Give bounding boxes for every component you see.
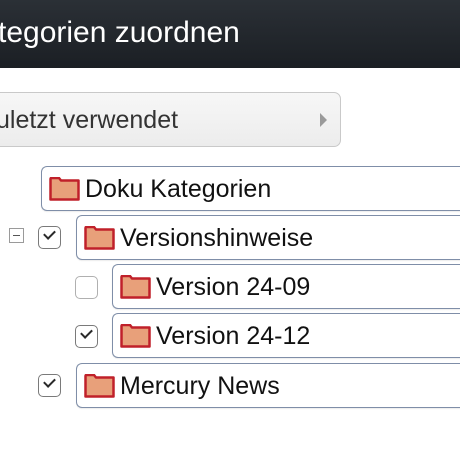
- checkbox-version-24-09[interactable]: [75, 276, 98, 299]
- tree-node-version-24-09[interactable]: Version 24-09: [112, 264, 460, 309]
- recently-used-button[interactable]: uletzt verwendet: [0, 92, 341, 147]
- recently-used-label: uletzt verwendet: [0, 106, 179, 134]
- dialog-title: tegorien zuordnen: [0, 16, 240, 49]
- folder-icon: [120, 275, 151, 299]
- tree-node-doku-kategorien[interactable]: Doku Kategorien: [41, 166, 460, 211]
- tree-node-version-24-12[interactable]: Version 24-12: [112, 313, 460, 358]
- folder-icon: [49, 177, 80, 201]
- tree-node-label: Mercury News: [120, 372, 280, 400]
- tree-node-mercury-news[interactable]: Mercury News: [76, 363, 460, 408]
- tree-node-label: Versionshinweise: [120, 224, 314, 252]
- folder-icon: [84, 374, 115, 398]
- checkbox-mercury-news[interactable]: [38, 374, 61, 397]
- folder-icon: [120, 324, 151, 348]
- dialog-header: tegorien zuordnen: [0, 0, 460, 68]
- collapse-icon[interactable]: [9, 228, 24, 243]
- tree-node-versionshinweise[interactable]: Versionshinweise: [76, 215, 460, 260]
- tree-node-label: Doku Kategorien: [85, 175, 272, 203]
- folder-icon: [84, 226, 115, 250]
- chevron-right-icon: [320, 113, 327, 127]
- tree-node-label: Version 24-12: [156, 322, 311, 350]
- checkbox-version-24-12[interactable]: [75, 325, 98, 348]
- checkbox-versionshinweise[interactable]: [38, 226, 61, 249]
- tree-node-label: Version 24-09: [156, 273, 311, 301]
